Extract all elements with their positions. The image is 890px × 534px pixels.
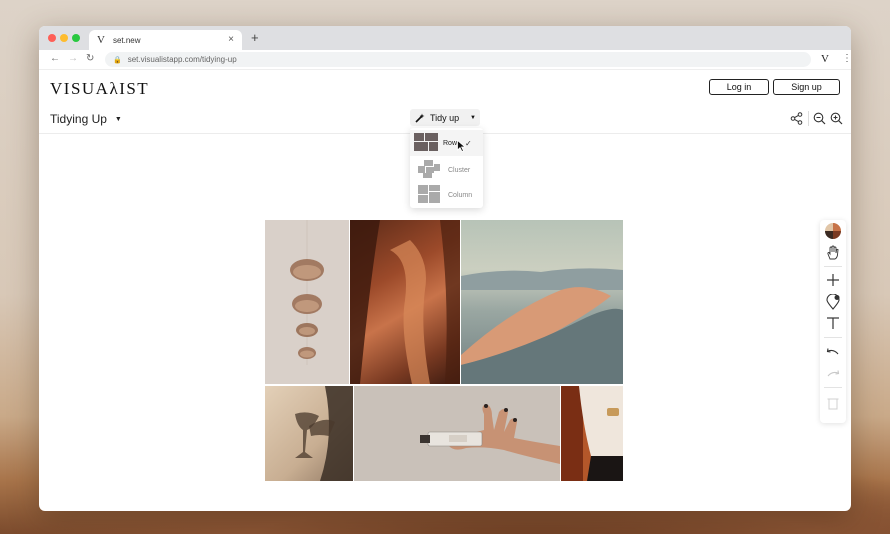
chevron-down-icon: ▼ bbox=[470, 114, 476, 121]
text-icon[interactable] bbox=[824, 316, 842, 330]
rail-divider bbox=[824, 337, 842, 338]
right-tool-rail bbox=[820, 220, 846, 423]
tab-strip: V set.new × + bbox=[39, 26, 851, 50]
hand-icon[interactable] bbox=[824, 245, 842, 261]
browser-menu-icon[interactable]: ⋮ bbox=[842, 53, 851, 64]
new-tab-button[interactable]: + bbox=[251, 30, 259, 45]
column-layout-icon bbox=[418, 185, 440, 203]
plus-icon[interactable] bbox=[824, 273, 842, 287]
seashells-photo[interactable] bbox=[265, 220, 349, 384]
checkmark-icon: ✓ bbox=[465, 138, 472, 148]
forward-icon[interactable]: → bbox=[68, 53, 78, 64]
row-layout-icon bbox=[414, 133, 438, 151]
extension-icon[interactable]: V bbox=[821, 53, 829, 65]
maximize-window-button[interactable] bbox=[72, 34, 80, 42]
rail-divider bbox=[824, 387, 842, 388]
close-window-button[interactable] bbox=[48, 34, 56, 42]
sandstone-canyon-photo[interactable] bbox=[350, 220, 460, 384]
magic-wand-icon bbox=[415, 113, 425, 123]
tidy-option-label: Cluster bbox=[448, 166, 471, 174]
trash-icon[interactable] bbox=[824, 396, 842, 410]
site-logo[interactable]: VISUAλIST bbox=[50, 79, 149, 99]
desert-dunes-photo[interactable] bbox=[461, 220, 623, 384]
reload-icon[interactable]: ↻ bbox=[86, 53, 94, 64]
url-input[interactable]: 🔒 set.visualistapp.com/tidying-up bbox=[105, 52, 811, 67]
tab-title: set.new bbox=[112, 35, 141, 45]
browser-window: V set.new × + ← → ↻ 🔒 set.visualistapp.c… bbox=[39, 26, 851, 511]
champagne-glass-shadow-photo[interactable] bbox=[265, 386, 353, 481]
zoom-out-icon[interactable] bbox=[813, 112, 826, 125]
person-in-blazer-photo[interactable] bbox=[561, 386, 623, 481]
tidy-option-row[interactable]: Row ✓ bbox=[410, 130, 483, 156]
signup-button[interactable]: Sign up bbox=[773, 79, 840, 95]
chevron-down-icon: ▼ bbox=[114, 116, 122, 124]
tidy-option-label: Column bbox=[448, 191, 473, 199]
address-bar-row: ← → ↻ 🔒 set.visualistapp.com/tidying-up … bbox=[39, 50, 851, 70]
share-icon[interactable] bbox=[790, 112, 803, 125]
url-text: set.visualistapp.com/tidying-up bbox=[127, 55, 237, 64]
browser-tab[interactable]: V set.new × bbox=[89, 30, 242, 50]
board-title: Tidying Up bbox=[50, 112, 107, 126]
hand-holding-perfume-photo[interactable] bbox=[354, 386, 560, 481]
pin-icon[interactable] bbox=[824, 294, 842, 310]
tidy-up-menu: Row ✓ Cluster Column bbox=[410, 128, 483, 208]
back-icon[interactable]: ← bbox=[50, 53, 60, 64]
tidy-up-label: Tidy up bbox=[430, 112, 460, 123]
cluster-layout-icon bbox=[418, 160, 440, 178]
moodboard-canvas bbox=[265, 220, 625, 481]
toolbar-divider bbox=[808, 111, 809, 126]
tidy-up-button[interactable]: Tidy up ▼ bbox=[410, 109, 480, 126]
site-header: VISUAλIST Log in Sign up bbox=[39, 70, 851, 110]
login-button[interactable]: Log in bbox=[709, 79, 769, 95]
tidy-option-label: Row bbox=[443, 139, 458, 147]
tidy-option-column[interactable]: Column bbox=[410, 182, 483, 208]
minimize-window-button[interactable] bbox=[60, 34, 68, 42]
favicon-icon: V bbox=[97, 34, 105, 46]
tidy-option-cluster[interactable]: Cluster bbox=[410, 157, 483, 183]
zoom-in-icon[interactable] bbox=[830, 112, 843, 125]
close-tab-icon[interactable]: × bbox=[228, 34, 234, 45]
mouse-cursor-icon bbox=[457, 140, 466, 152]
lock-icon: 🔒 bbox=[113, 56, 122, 64]
redo-icon[interactable] bbox=[824, 368, 842, 380]
undo-icon[interactable] bbox=[824, 346, 842, 358]
color-palette-icon[interactable] bbox=[824, 222, 842, 240]
rail-divider bbox=[824, 266, 842, 267]
board-title-dropdown[interactable]: Tidying Up ▼ bbox=[50, 112, 122, 126]
